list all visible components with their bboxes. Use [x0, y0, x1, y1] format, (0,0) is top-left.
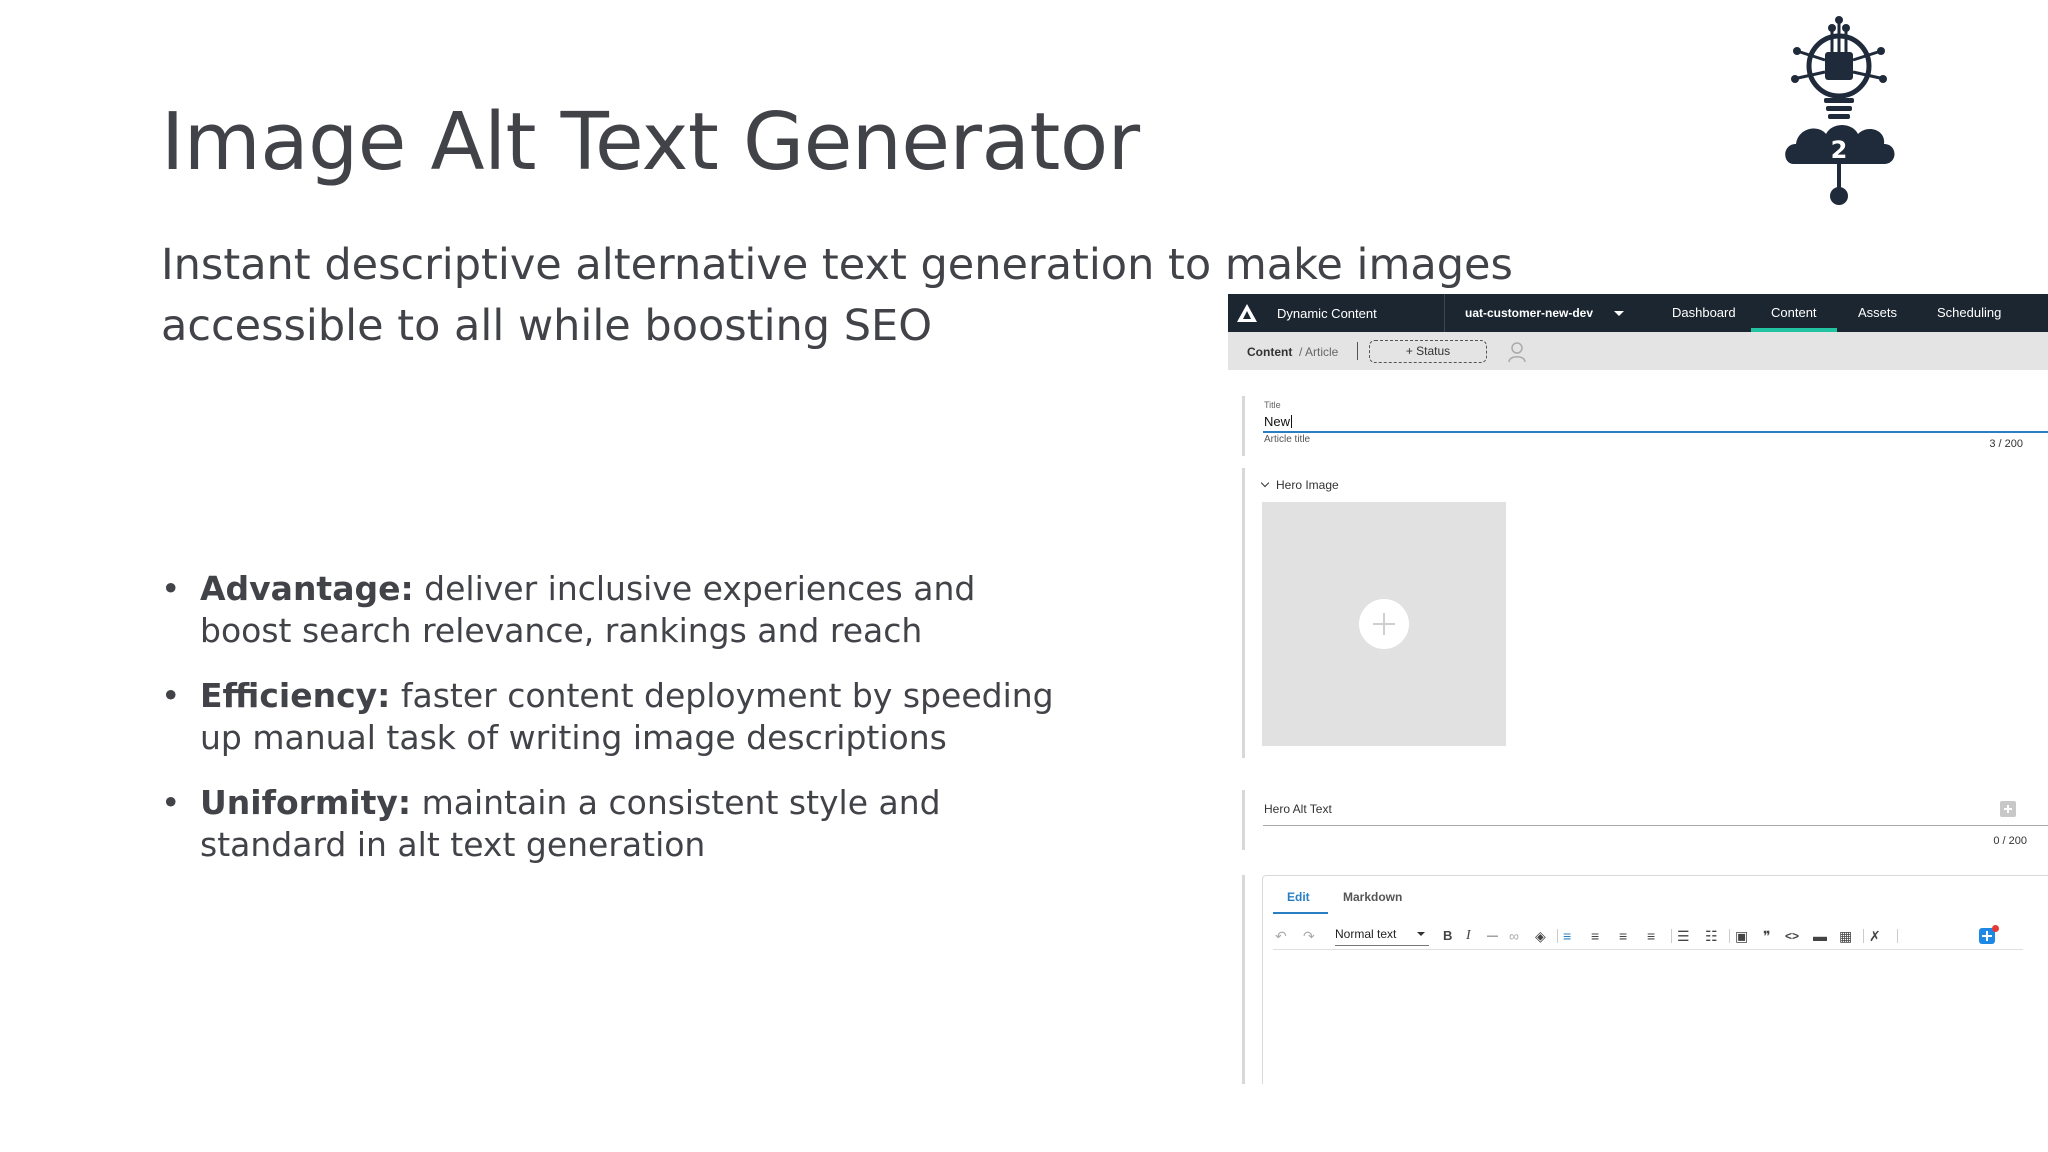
body-editor: Edit Markdown ↶ ↷ Normal text B I — ∞ ◈ … — [1262, 875, 2048, 1084]
benefit-line: Advantage: deliver inclusive experiences… — [200, 568, 1021, 610]
bold-icon[interactable]: B — [1443, 928, 1452, 944]
breadcrumb-divider — [1357, 342, 1358, 360]
chevron-down-icon[interactable] — [1614, 311, 1624, 316]
text-cursor — [1291, 415, 1293, 428]
active-tab-indicator — [1273, 912, 1328, 914]
editor-toolbar: ↶ ↷ Normal text B I — ∞ ◈ ≡ ≡ ≡ ≡ ☰ ☷ ▣ … — [1273, 922, 2023, 950]
blockquote-icon[interactable]: ❞ — [1763, 928, 1771, 944]
undo-icon[interactable]: ↶ — [1275, 928, 1287, 944]
highlight-icon[interactable]: ◈ — [1535, 928, 1546, 944]
breadcrumb-root[interactable]: Content — [1247, 345, 1292, 359]
benefit-text: deliver inclusive experiences and — [413, 569, 976, 608]
tab-edit[interactable]: Edit — [1287, 890, 1310, 904]
title-input-value[interactable]: New — [1264, 414, 1290, 429]
ai-generate-icon[interactable] — [2000, 801, 2016, 817]
benefit-item: • Uniformity: maintain a consistent styl… — [161, 782, 1021, 866]
ai-chip-lightbulb-icon: 2 — [1785, 16, 1895, 205]
align-left-icon[interactable]: ≡ — [1563, 928, 1571, 944]
top-navbar: Dynamic Content uat-customer-new-dev Das… — [1228, 294, 2048, 332]
clear-format-icon[interactable]: ✗ — [1869, 928, 1881, 944]
benefit-label: Efficiency: — [200, 676, 391, 715]
text-style-select[interactable]: Normal text — [1335, 927, 1429, 946]
hero-image-dropzone[interactable] — [1262, 502, 1506, 746]
toolbar-divider — [1557, 929, 1558, 943]
nav-dashboard[interactable]: Dashboard — [1652, 294, 1756, 332]
alt-text-underline — [1263, 825, 2048, 826]
title-input-underline — [1263, 431, 2048, 433]
strikethrough-icon[interactable]: — — [1487, 928, 1498, 944]
article-form: Title New Article title 3 / 200 Hero Ima… — [1228, 370, 2048, 1084]
account-selector[interactable]: uat-customer-new-dev — [1465, 306, 1593, 320]
italic-icon[interactable]: I — [1466, 928, 1471, 944]
link-icon[interactable]: ∞ — [1509, 928, 1519, 944]
toolbar-divider — [1897, 929, 1898, 943]
section-indicator — [1242, 468, 1245, 758]
benefit-text-continued: up manual task of writing image descript… — [200, 718, 947, 757]
text-style-value[interactable]: Normal text — [1335, 927, 1396, 941]
tab-markdown[interactable]: Markdown — [1343, 890, 1402, 904]
benefit-text: faster content deployment by speeding — [390, 676, 1054, 715]
benefit-item: • Advantage: deliver inclusive experienc… — [161, 568, 1021, 652]
align-justify-icon[interactable]: ≡ — [1647, 928, 1655, 944]
bullet-dot-icon: • — [161, 783, 181, 822]
logo-number: 2 — [1831, 136, 1848, 164]
redo-icon[interactable]: ↷ — [1303, 928, 1315, 944]
nav-content[interactable]: Content — [1751, 294, 1837, 332]
benefit-label: Advantage: — [200, 569, 414, 608]
breadcrumb-current: / Article — [1299, 345, 1339, 359]
benefit-text: maintain a consistent style and — [411, 783, 941, 822]
subtitle-line-1: Instant descriptive alternative text gen… — [161, 240, 1513, 290]
section-indicator — [1242, 875, 1245, 1084]
align-right-icon[interactable]: ≡ — [1619, 928, 1627, 944]
image-icon[interactable]: ▣ — [1735, 928, 1748, 944]
hero-image-toggle[interactable]: Hero Image — [1260, 478, 1339, 492]
chevron-down-icon — [1260, 478, 1270, 488]
add-status-button[interactable]: + Status — [1369, 340, 1487, 363]
alt-text-char-counter: 0 / 200 — [1993, 835, 2027, 847]
benefit-text-continued: standard in alt text generation — [200, 825, 706, 864]
hero-alt-text-input[interactable]: Hero Alt Text — [1264, 802, 1332, 816]
add-image-icon[interactable] — [1359, 599, 1409, 649]
bullet-dot-icon: • — [161, 569, 181, 608]
section-indicator — [1242, 396, 1245, 456]
title-helper-text: Article title — [1264, 434, 1311, 445]
brand-logo-icon — [1237, 304, 1257, 322]
numbered-list-icon[interactable]: ☷ — [1705, 928, 1718, 944]
benefit-item: • Efficiency: faster content deployment … — [161, 675, 1054, 759]
slide-title: Image Alt Text Generator — [161, 96, 1140, 188]
benefit-line: Uniformity: maintain a consistent style … — [200, 782, 1021, 824]
hero-image-label: Hero Image — [1276, 478, 1339, 492]
toolbar-divider — [1671, 929, 1672, 943]
navbar-divider — [1444, 294, 1445, 332]
horizontal-rule-icon[interactable]: ▬ — [1813, 928, 1827, 944]
user-icon[interactable] — [1507, 341, 1527, 363]
table-icon[interactable]: ▦ — [1839, 928, 1852, 944]
benefit-line: Efficiency: faster content deployment by… — [200, 675, 1054, 717]
section-indicator — [1242, 790, 1245, 850]
title-label: Title — [1264, 400, 1281, 410]
benefit-list: • Advantage: deliver inclusive experienc… — [161, 568, 1054, 889]
title-char-counter: 3 / 200 — [1989, 438, 2023, 450]
nav-assets[interactable]: Assets — [1838, 294, 1917, 332]
breadcrumb: Content / Article + Status — [1228, 332, 2048, 370]
code-icon[interactable]: <> — [1785, 928, 1799, 944]
notification-dot — [1992, 925, 1999, 932]
benefit-label: Uniformity: — [200, 783, 412, 822]
nav-scheduling[interactable]: Scheduling — [1917, 294, 2021, 332]
app-name[interactable]: Dynamic Content — [1277, 306, 1377, 321]
align-center-icon[interactable]: ≡ — [1591, 928, 1599, 944]
chevron-down-icon[interactable] — [1417, 932, 1425, 936]
app-screenshot: Dynamic Content uat-customer-new-dev Das… — [1228, 294, 2048, 1084]
toolbar-divider — [1863, 929, 1864, 943]
bullet-list-icon[interactable]: ☰ — [1677, 928, 1690, 944]
benefit-text-continued: boost search relevance, rankings and rea… — [200, 611, 923, 650]
toolbar-divider — [1729, 929, 1730, 943]
title-input[interactable]: New — [1264, 414, 1293, 429]
bullet-dot-icon: • — [161, 676, 181, 715]
